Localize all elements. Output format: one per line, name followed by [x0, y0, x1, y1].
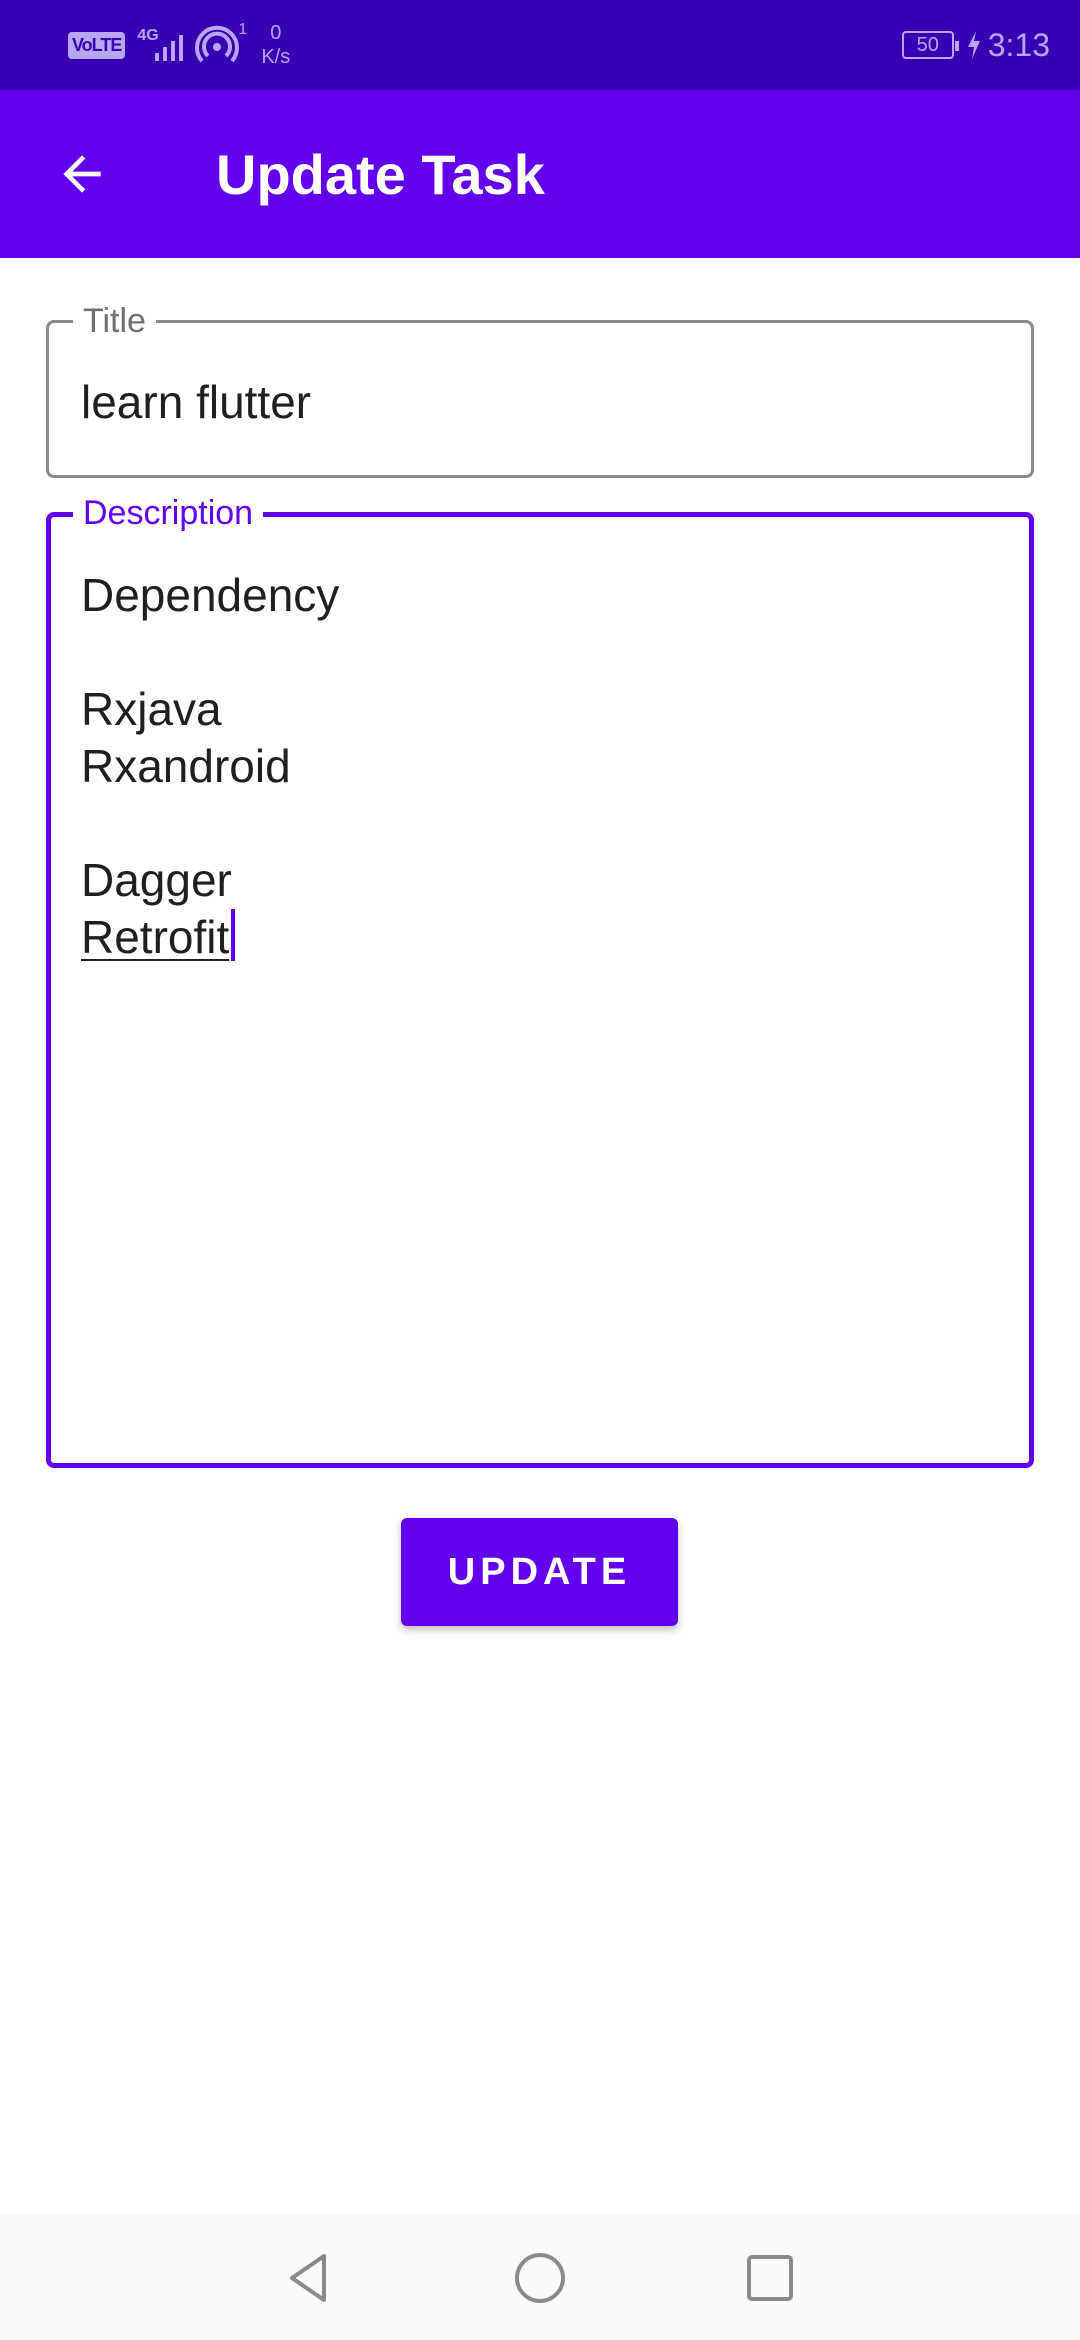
title-label: Title: [73, 299, 156, 343]
title-input[interactable]: learn flutter: [81, 375, 311, 429]
description-line: Dependency: [81, 569, 340, 621]
nav-recent-icon[interactable]: [738, 2246, 802, 2310]
composing-text: Retrofit: [81, 911, 230, 963]
description-label: Description: [73, 491, 264, 535]
speed-unit: K/s: [261, 46, 291, 68]
hotspot-count: 1: [238, 21, 248, 38]
back-button[interactable]: [42, 134, 122, 214]
page-title: Update Task: [216, 143, 545, 206]
update-button[interactable]: UPDATE: [401, 1518, 678, 1626]
status-left: VoLTE 4G 1 0 K/s: [68, 18, 290, 72]
description-line: [81, 624, 339, 681]
clock: 3:13: [987, 26, 1050, 63]
nav-home-icon[interactable]: [508, 2246, 572, 2310]
signal-icon: 4G: [137, 25, 185, 65]
system-nav-bar: [0, 2214, 1080, 2340]
status-right: 50 3:13: [901, 18, 1050, 72]
battery-icon: 50: [901, 31, 959, 59]
description-line-last: Retrofit: [81, 909, 339, 966]
description-line: Dagger: [81, 854, 232, 906]
description-line: Rxjava: [81, 683, 222, 735]
app-bar: Update Task: [0, 90, 1080, 258]
description-line: [81, 795, 339, 852]
description-line: Rxandroid: [81, 740, 291, 792]
network-speed: 0 K/s: [261, 21, 290, 69]
title-field[interactable]: Title learn flutter: [46, 299, 1034, 478]
hotspot-icon: 1: [195, 21, 247, 67]
nav-back-icon[interactable]: [278, 2246, 342, 2310]
description-input[interactable]: Dependency Rxjava Rxandroid Dagger Retro…: [81, 567, 339, 966]
charging-icon: [967, 31, 980, 59]
arrow-back-icon: [63, 155, 101, 193]
status-bar: VoLTE 4G 1 0 K/s 50 3:13: [0, 0, 1080, 90]
speed-value: 0: [270, 22, 282, 44]
description-field[interactable]: Description Dependency Rxjava Rxandroid …: [46, 491, 1034, 1468]
volte-icon: VoLTE: [68, 31, 126, 59]
text-cursor: [231, 909, 236, 961]
